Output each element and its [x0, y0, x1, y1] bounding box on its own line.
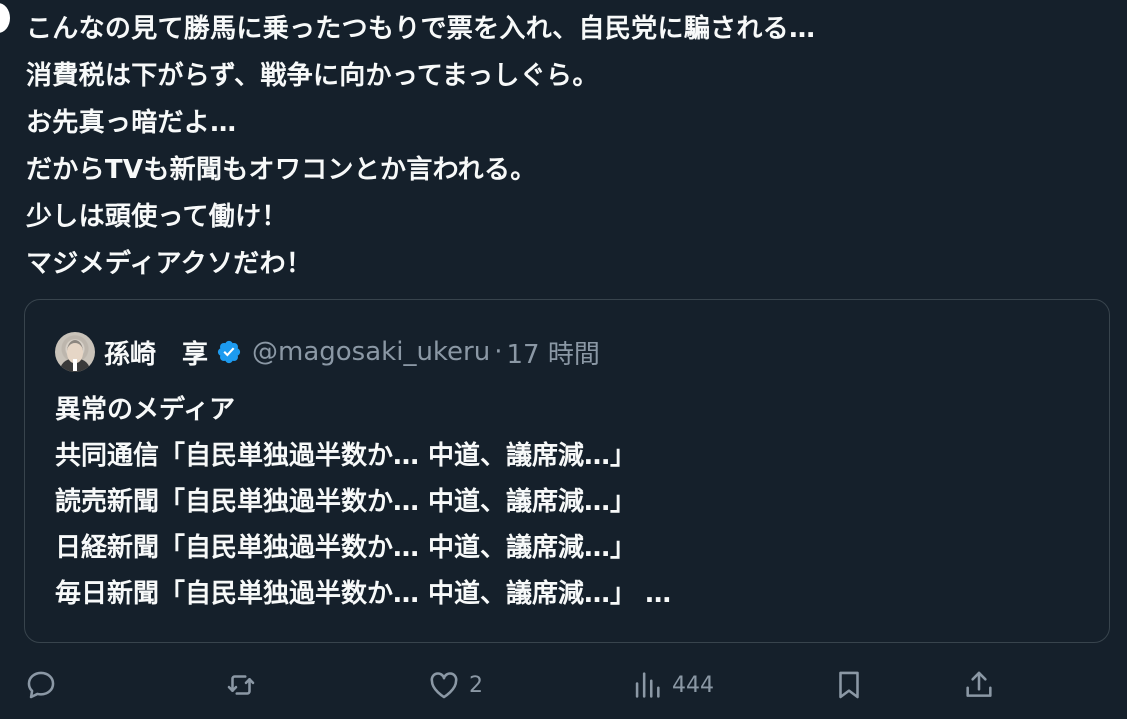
quote-author-name[interactable]: 孫崎 享	[104, 334, 208, 371]
post-line: だからTVも新聞もオワコンとか言われる。	[26, 155, 537, 185]
reply-icon	[27, 671, 55, 699]
bookmark-button[interactable]	[832, 660, 866, 710]
post-text: こんなの見て勝馬に乗ったつもりで票を入れ、自民党に騙される… 消費税は下がらず、…	[26, 6, 1106, 288]
quote-text: 異常のメディア 共同通信「自民単独過半数か… 中道、議席減…」 読売新聞「自民単…	[55, 387, 671, 617]
share-icon	[966, 671, 992, 697]
verified-badge-icon	[217, 340, 241, 364]
like-count: 2	[469, 672, 483, 698]
views-count: 444	[672, 672, 714, 698]
post-line: こんなの見て勝馬に乗ったつもりで票を入れ、自民党に騙される…	[26, 14, 816, 44]
post-line: お先真っ暗だよ…	[26, 108, 237, 138]
quote-line: 日経新聞「自民単独過半数か… 中道、議席減…」	[55, 533, 637, 563]
bookmark-icon	[839, 671, 859, 699]
post-line: 消費税は下がらず、戦争に向かってまっしぐら。	[26, 61, 599, 91]
tweet-container: こんなの見て勝馬に乗ったつもりで票を入れ、自民党に騙される… 消費税は下がらず、…	[0, 0, 1127, 719]
quote-line: 異常のメディア	[55, 395, 236, 425]
repost-button[interactable]	[224, 660, 258, 710]
quote-timestamp[interactable]: 17 時間	[506, 334, 599, 371]
author-avatar-edge[interactable]	[0, 3, 10, 33]
views-button[interactable]: 444	[630, 660, 714, 710]
post-line: 少しは頭使って働け！	[26, 202, 288, 232]
quote-author-handle[interactable]: @magosaki_ukeru	[252, 337, 490, 367]
repost-icon	[227, 675, 255, 695]
quoted-tweet[interactable]: 孫崎 享 @magosaki_ukeru · 17 時間 異常のメディア 共同通…	[24, 299, 1110, 643]
separator-dot: ·	[494, 337, 503, 367]
quote-line: 毎日新聞「自民単独過半数か… 中道、議席減…」 …	[55, 579, 672, 609]
share-button[interactable]	[962, 660, 996, 710]
like-button[interactable]: 2	[427, 660, 483, 710]
quote-line: 共同通信「自民単独過半数か… 中道、議席減…」	[55, 441, 637, 471]
quote-header: 孫崎 享 @magosaki_ukeru · 17 時間	[55, 331, 600, 373]
quote-author-avatar[interactable]	[55, 332, 95, 372]
views-icon	[635, 672, 660, 698]
post-line: マジメディアクソだわ！	[26, 249, 313, 279]
action-bar: 2 444	[0, 660, 1127, 710]
reply-button[interactable]	[24, 660, 58, 710]
like-icon	[430, 672, 458, 699]
quote-line: 読売新聞「自民単独過半数か… 中道、議席減…」	[55, 487, 637, 517]
